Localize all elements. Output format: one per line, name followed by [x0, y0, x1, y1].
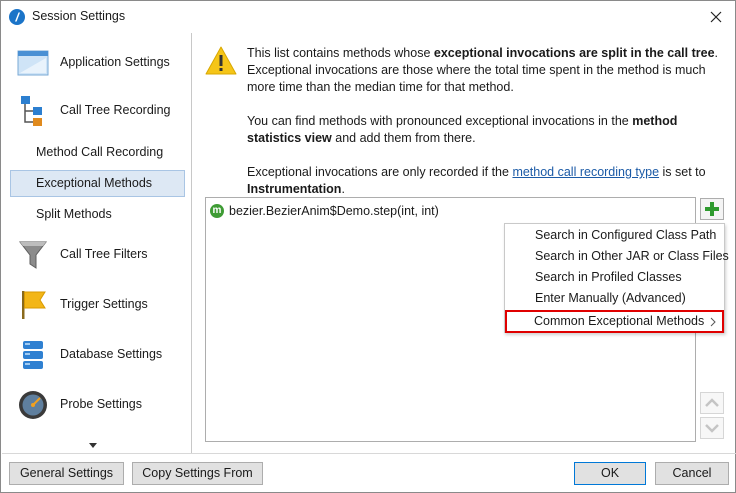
sidebar-item-application-settings[interactable]: Application Settings: [10, 45, 185, 81]
info-paragraph-3: Exceptional invocations are only recorde…: [247, 164, 725, 198]
ok-button[interactable]: OK: [574, 462, 646, 485]
application-settings-icon: [17, 50, 49, 76]
settings-sidebar: Application Settings Call Tree Recording…: [2, 33, 192, 453]
info-text-segment: and add them from there.: [331, 131, 476, 145]
info-text-segment: Exceptional invocations are only recorde…: [247, 165, 513, 179]
sidebar-item-label: Exceptional Methods: [36, 176, 153, 190]
footer-separator: [2, 453, 736, 454]
menu-item-search-profiled-classes[interactable]: Search in Profiled Classes: [506, 266, 723, 287]
copy-settings-from-button[interactable]: Copy Settings From: [132, 462, 263, 485]
menu-item-common-exceptional-methods[interactable]: Common Exceptional Methods: [505, 310, 724, 333]
method-badge-icon: m: [210, 204, 224, 218]
menu-item-label: Search in Other JAR or Class Files: [535, 249, 729, 263]
info-bold-text: exceptional invocations are split in the…: [433, 46, 715, 60]
sidebar-item-exceptional-methods[interactable]: Exceptional Methods: [10, 170, 185, 197]
general-settings-button[interactable]: General Settings: [9, 462, 124, 485]
info-bold-text: Instrumentation: [247, 182, 342, 196]
sidebar-item-database-settings[interactable]: Database Settings: [10, 337, 185, 373]
info-text-segment: is set to: [659, 165, 706, 179]
list-item[interactable]: m bezier.BezierAnim$Demo.step(int, int): [207, 201, 507, 221]
menu-item-label: Common Exceptional Methods: [534, 314, 705, 328]
menu-item-label: Enter Manually (Advanced): [535, 291, 686, 305]
menu-item-search-configured-class-path[interactable]: Search in Configured Class Path: [506, 224, 723, 245]
menu-item-search-other-jar[interactable]: Search in Other JAR or Class Files: [506, 245, 729, 266]
chevron-up-icon: [705, 398, 719, 407]
sidebar-item-call-tree-recording[interactable]: Call Tree Recording: [10, 93, 185, 129]
info-text-segment: This list contains methods whose: [247, 46, 434, 60]
move-up-button[interactable]: [700, 392, 724, 414]
sidebar-item-label: Method Call Recording: [36, 145, 164, 159]
menu-item-enter-manually[interactable]: Enter Manually (Advanced): [506, 287, 723, 308]
sidebar-item-label: Split Methods: [36, 207, 112, 221]
title-bar: Session Settings: [1, 1, 735, 32]
sidebar-item-call-tree-filters[interactable]: Call Tree Filters: [10, 237, 185, 273]
plus-icon: [705, 202, 719, 216]
method-call-recording-type-link[interactable]: method call recording type: [512, 165, 659, 179]
close-icon: [710, 11, 722, 22]
move-down-button[interactable]: [700, 417, 724, 439]
flag-icon: [22, 291, 46, 319]
warning-icon: [205, 46, 237, 75]
chevron-down-icon: [705, 424, 719, 433]
sidebar-item-label: Application Settings: [60, 55, 170, 69]
call-tree-icon: [21, 96, 42, 126]
window-title: Session Settings: [32, 9, 126, 23]
app-logo-icon: [9, 9, 25, 25]
sidebar-item-probe-settings[interactable]: Probe Settings: [10, 387, 185, 423]
info-paragraph-2: You can find methods with pronounced exc…: [247, 113, 725, 147]
sidebar-item-label: Call Tree Recording: [60, 103, 171, 117]
close-button[interactable]: [697, 1, 735, 32]
sidebar-item-label: Probe Settings: [60, 397, 142, 411]
menu-item-label: Search in Configured Class Path: [535, 228, 717, 242]
funnel-icon: [18, 241, 48, 269]
menu-item-label: Search in Profiled Classes: [535, 270, 682, 284]
sidebar-item-label: Call Tree Filters: [60, 247, 148, 261]
info-paragraph-1: This list contains methods whose excepti…: [247, 45, 725, 96]
sidebar-item-label: Trigger Settings: [60, 297, 148, 311]
database-icon: [23, 341, 43, 369]
sidebar-item-trigger-settings[interactable]: Trigger Settings: [10, 287, 185, 323]
method-signature: bezier.BezierAnim$Demo.step(int, int): [229, 204, 439, 218]
scroll-down-icon[interactable]: [88, 442, 98, 450]
session-settings-window: Session Settings Application Settings Ca…: [0, 0, 736, 493]
sidebar-item-split-methods[interactable]: Split Methods: [10, 201, 185, 228]
add-method-popup-menu: Search in Configured Class Path Search i…: [504, 223, 729, 333]
info-text-segment: You can find methods with pronounced exc…: [247, 114, 633, 128]
info-description: This list contains methods whose excepti…: [247, 45, 725, 198]
cancel-button[interactable]: Cancel: [655, 462, 729, 485]
add-method-button[interactable]: [700, 198, 724, 220]
info-text-segment: .: [341, 182, 345, 196]
sidebar-item-label: Database Settings: [60, 347, 163, 361]
gauge-icon: [19, 391, 47, 419]
sidebar-item-method-call-recording[interactable]: Method Call Recording: [10, 139, 185, 166]
chevron-right-icon: [710, 317, 716, 327]
